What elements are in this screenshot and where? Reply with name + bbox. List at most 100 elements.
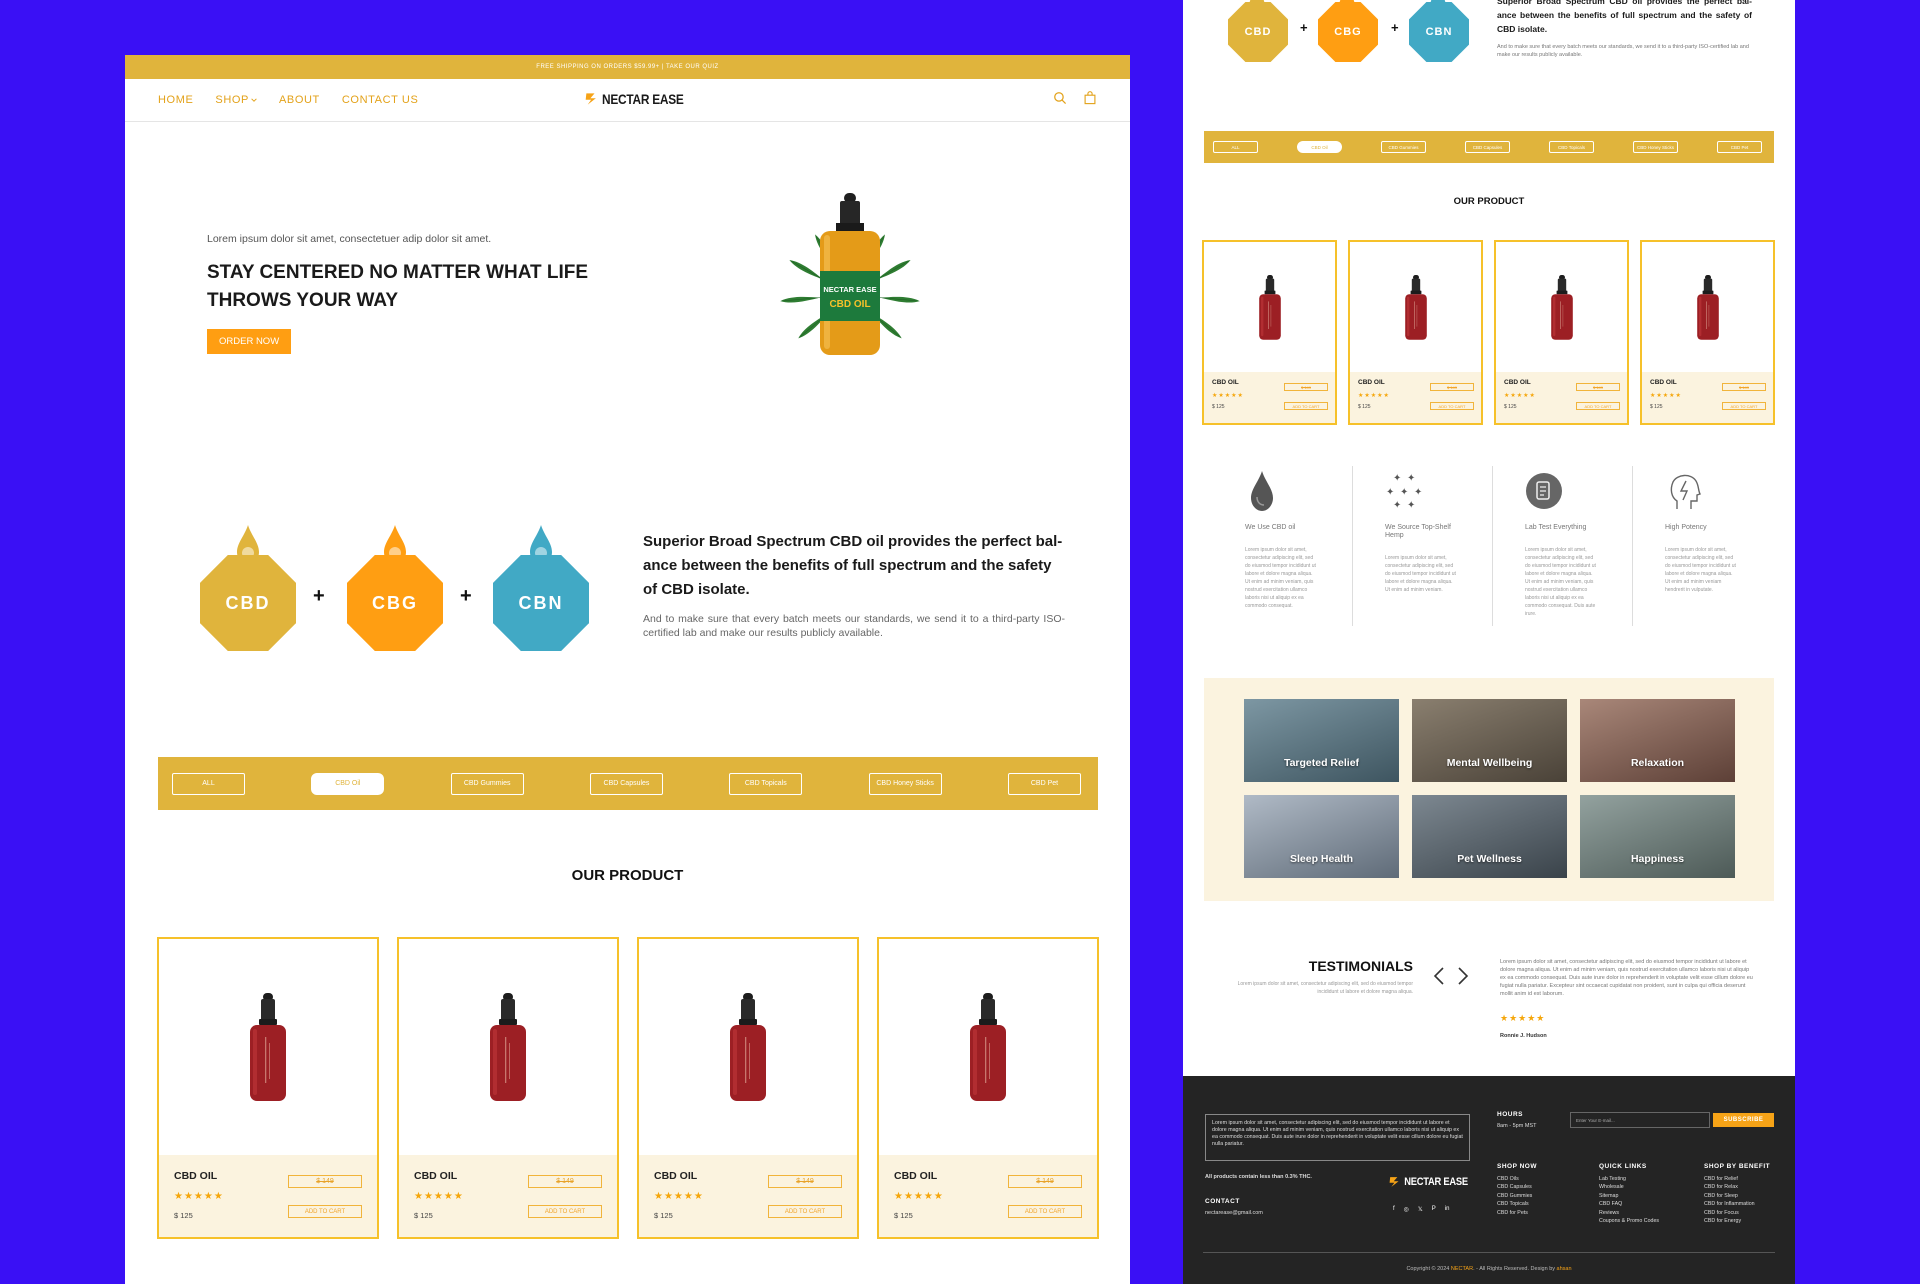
- footer-link[interactable]: CBD for Relief: [1704, 1175, 1755, 1183]
- footer-link[interactable]: CBD for Energy: [1704, 1217, 1755, 1225]
- add-to-cart-button[interactable]: ADD TO CART: [1722, 402, 1766, 410]
- shopping-bag-icon[interactable]: [1083, 91, 1097, 105]
- newsletter-email-input[interactable]: Enter Your E-mail...: [1570, 1112, 1710, 1128]
- x-twitter-icon[interactable]: 𝕏: [1418, 1206, 1423, 1213]
- cbd-badge: CBD: [1228, 2, 1288, 62]
- bottle-icon: [248, 993, 288, 1103]
- footer-link[interactable]: CBD for Relax: [1704, 1183, 1755, 1191]
- product-card[interactable]: CBD OIL ★★★★★ $ 125 $ 149 ADD TO CART: [877, 937, 1099, 1239]
- footer-link[interactable]: Wholesale: [1599, 1183, 1659, 1191]
- benefit-tile-sleep-health[interactable]: Sleep Health: [1244, 795, 1399, 878]
- product-rating: ★★★★★: [1650, 393, 1682, 399]
- facebook-icon[interactable]: f: [1393, 1206, 1395, 1213]
- filter-cbd-gummies[interactable]: CBD Gummies: [450, 772, 524, 795]
- order-now-button[interactable]: ORDER NOW: [207, 329, 292, 354]
- subscribe-button[interactable]: SUBSCRIBE: [1713, 1113, 1774, 1127]
- hours-heading: HOURS: [1497, 1111, 1523, 1118]
- product-card[interactable]: CBD OIL ★★★★★ $ 125 $ 149 ADD TO CART: [157, 937, 379, 1239]
- product-price: $ 125: [414, 1211, 433, 1220]
- product-name: CBD OIL: [1504, 379, 1531, 386]
- filter-all[interactable]: ALL: [172, 772, 245, 795]
- add-to-cart-button[interactable]: ADD TO CART: [768, 1205, 842, 1218]
- add-to-cart-button[interactable]: ADD TO CART: [528, 1205, 602, 1218]
- contact-email-link[interactable]: nectarease@gmail.com: [1205, 1210, 1263, 1216]
- spectrum-description: Superior Broad Spectrum CBD oil provides…: [1497, 0, 1752, 59]
- nav-actions: [1053, 91, 1097, 105]
- filter-all[interactable]: ALL: [1213, 141, 1258, 153]
- footer-link[interactable]: CBD Oils: [1497, 1175, 1532, 1183]
- nav-item-about[interactable]: ABOUT: [279, 94, 320, 106]
- footer-brand-logo[interactable]: NECTAR EASE: [1389, 1176, 1468, 1188]
- filter-cbd-oil[interactable]: CBD Oil: [1297, 141, 1342, 153]
- product-card[interactable]: CBD OIL ★★★★★ $ 125 $ 149 ADD TO CART: [1202, 240, 1337, 425]
- product-rating: ★★★★★: [894, 1191, 944, 1202]
- chevron-left-icon[interactable]: [1433, 966, 1445, 986]
- footer-link[interactable]: CBD Capsules: [1497, 1183, 1532, 1191]
- benefit-tile-pet-wellness[interactable]: Pet Wellness: [1412, 795, 1567, 878]
- product-card[interactable]: CBD OIL ★★★★★ $ 125 $ 149 ADD TO CART: [397, 937, 619, 1239]
- benefit-label: Targeted Relief: [1283, 757, 1360, 769]
- linkedin-icon[interactable]: in: [1445, 1206, 1450, 1213]
- footer-link[interactable]: CBD for Sleep: [1704, 1192, 1755, 1200]
- product-price: $ 125: [1504, 404, 1517, 410]
- nav-item-shop[interactable]: SHOP: [215, 94, 257, 106]
- filter-cbd-capsules[interactable]: CBD Capsules: [1465, 141, 1510, 153]
- filter-cbd-topicals[interactable]: CBD Topicals: [1549, 141, 1594, 153]
- cbd-oil-bottle-leaf-illustration: NECTAR EASE CBD OIL: [779, 193, 921, 355]
- contact-heading: CONTACT: [1205, 1198, 1240, 1205]
- benefit-tile-happiness[interactable]: Happiness: [1580, 795, 1735, 878]
- filter-cbd-oil[interactable]: CBD Oil: [311, 772, 385, 795]
- product-card[interactable]: CBD OIL ★★★★★ $ 125 $ 149 ADD TO CART: [1640, 240, 1775, 425]
- feature-top-shelf-hemp: ✦ ✦ ✦ ✦ ✦ ✦ ✦ We Source Top-Shelf Hemp Lorem…: [1353, 466, 1493, 626]
- footer-link[interactable]: Lab Testing: [1599, 1175, 1659, 1183]
- svg-text:✦: ✦: [1414, 487, 1422, 498]
- add-to-cart-button[interactable]: ADD TO CART: [1284, 402, 1328, 410]
- filter-cbd-honey-sticks[interactable]: CBD Honey Sticks: [1633, 141, 1678, 153]
- add-to-cart-button[interactable]: ADD TO CART: [288, 1205, 362, 1218]
- chevron-right-icon[interactable]: [1457, 966, 1469, 986]
- benefit-tile-relaxation[interactable]: Relaxation: [1580, 699, 1735, 782]
- add-to-cart-button[interactable]: ADD TO CART: [1008, 1205, 1082, 1218]
- add-to-cart-button[interactable]: ADD TO CART: [1576, 402, 1620, 410]
- filter-cbd-honey-sticks[interactable]: CBD Honey Sticks: [868, 772, 942, 795]
- product-rating: ★★★★★: [654, 1191, 704, 1202]
- footer-link[interactable]: CBD Gummies: [1497, 1192, 1532, 1200]
- cbn-badge: CBN: [493, 555, 589, 651]
- product-card[interactable]: CBD OIL ★★★★★ $ 125 $ 149 ADD TO CART: [637, 937, 859, 1239]
- benefit-tile-targeted-relief[interactable]: Targeted Relief: [1244, 699, 1399, 782]
- footer-link[interactable]: Reviews: [1599, 1209, 1659, 1217]
- benefit-tile-mental-wellbeing[interactable]: Mental Wellbeing: [1412, 699, 1567, 782]
- product-card[interactable]: CBD OIL ★★★★★ $ 125 $ 149 ADD TO CART: [1348, 240, 1483, 425]
- nav-item-home[interactable]: HOME: [158, 94, 193, 106]
- footer-link[interactable]: CBD for Pets: [1497, 1209, 1532, 1217]
- feature-title: Lab Test Everything: [1525, 524, 1587, 531]
- footer-link[interactable]: CBD Topicals: [1497, 1200, 1532, 1208]
- product-card[interactable]: CBD OIL ★★★★★ $ 125 $ 149 ADD TO CART: [1494, 240, 1629, 425]
- add-to-cart-button[interactable]: ADD TO CART: [1430, 402, 1474, 410]
- lab-badge-icon: [1526, 473, 1562, 509]
- shop-by-benefit-heading: SHOP BY BENEFIT: [1704, 1163, 1771, 1170]
- footer-link[interactable]: CBD for Inflammation: [1704, 1200, 1755, 1208]
- search-icon[interactable]: [1053, 91, 1067, 105]
- footer-divider: [1203, 1252, 1775, 1253]
- footer-link[interactable]: CBD for Focus: [1704, 1209, 1755, 1217]
- instagram-icon[interactable]: ◎: [1404, 1206, 1409, 1213]
- footer-link[interactable]: Sitemap: [1599, 1192, 1659, 1200]
- pinterest-icon[interactable]: P: [1432, 1206, 1436, 1213]
- nav-item-contact[interactable]: CONTACT US: [342, 94, 419, 106]
- plus-sign: +: [460, 585, 472, 607]
- filter-cbd-capsules[interactable]: CBD Capsules: [589, 772, 663, 795]
- footer-link[interactable]: CBD FAQ: [1599, 1200, 1659, 1208]
- desktop-page-preview: FREE SHIPPING ON ORDERS $59.99+ | TAKE O…: [125, 55, 1130, 1284]
- filter-cbd-pet[interactable]: CBD Pet: [1007, 772, 1081, 795]
- filter-cbd-gummies[interactable]: CBD Gummies: [1381, 141, 1426, 153]
- products-section-title: OUR PRODUCT: [1453, 196, 1525, 207]
- testimonials-title: TESTIMONIALS: [1308, 958, 1413, 974]
- footer-link[interactable]: Coupons & Promo Codes: [1599, 1217, 1659, 1225]
- testimonial-rating: ★★★★★: [1500, 1013, 1546, 1023]
- filter-cbd-pet[interactable]: CBD Pet: [1717, 141, 1762, 153]
- filter-cbd-topicals[interactable]: CBD Topicals: [729, 772, 803, 795]
- brand-logo[interactable]: NECTAR EASE: [585, 91, 684, 107]
- designer-link[interactable]: ahsan: [1557, 1266, 1572, 1272]
- hero-title: STAY CENTERED NO MATTER WHAT LIFE THROWS…: [207, 262, 589, 311]
